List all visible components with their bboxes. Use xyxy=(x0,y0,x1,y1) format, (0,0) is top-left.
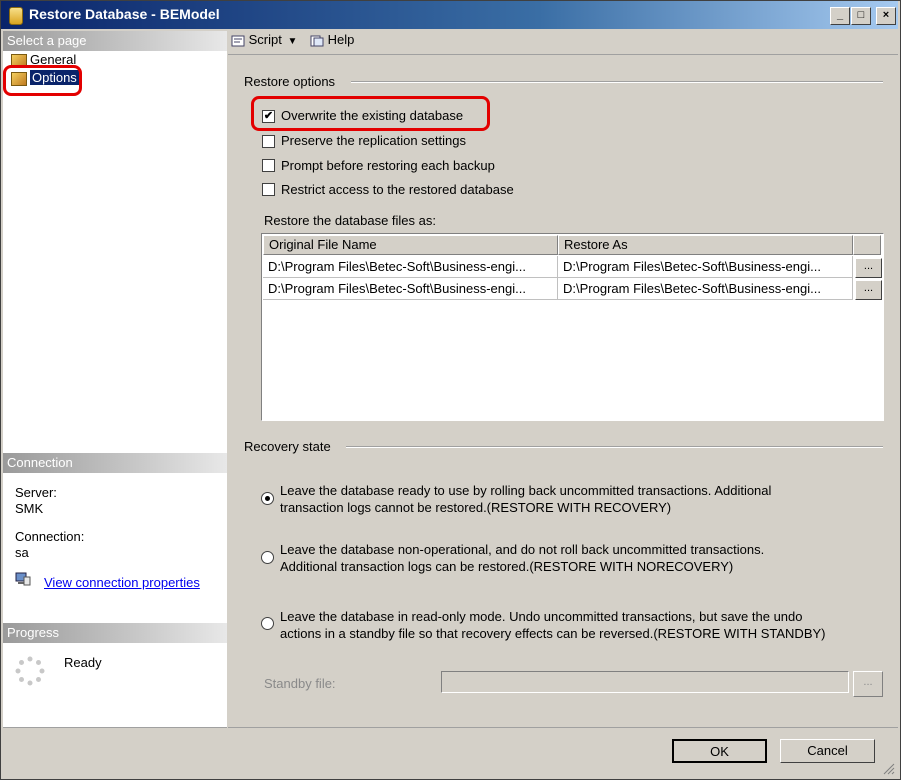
table-cell-restore-as[interactable]: D:\Program Files\Betec-Soft\Business-eng… xyxy=(558,256,853,278)
norecovery-option-text: Leave the database non-operational, and … xyxy=(280,541,764,575)
maximize-button[interactable]: □ xyxy=(851,7,871,25)
prompt-before-restoring-label: Prompt before restoring each backup xyxy=(281,158,495,173)
standby-file-input[interactable] xyxy=(441,671,849,693)
standby-file-label: Standby file: xyxy=(264,676,336,691)
recovery-state-label: Recovery state xyxy=(244,439,331,454)
recovery-radio[interactable] xyxy=(261,492,274,505)
restore-options-label: Restore options xyxy=(244,74,336,89)
standby-radio[interactable] xyxy=(261,617,274,630)
table-cell-restore-as[interactable]: D:\Program Files\Betec-Soft\Business-eng… xyxy=(558,278,853,300)
norecovery-line-2: Additional transaction logs can be resto… xyxy=(280,559,734,574)
standby-line-1: Leave the database in read-only mode. Un… xyxy=(280,609,803,624)
restore-files-label: Restore the database files as: xyxy=(264,213,436,228)
help-button[interactable]: Help xyxy=(310,32,354,52)
restrict-access-label: Restrict access to the restored database xyxy=(281,182,514,197)
connection-label: Connection: xyxy=(15,529,85,544)
norecovery-radio[interactable] xyxy=(261,551,274,564)
browse-button[interactable]: ... xyxy=(855,280,882,300)
standby-line-2: actions in a standby file so that recove… xyxy=(280,626,826,641)
column-header-original[interactable]: Original File Name xyxy=(263,235,558,255)
norecovery-line-1: Leave the database non-operational, and … xyxy=(280,542,765,557)
standby-option-text: Leave the database in read-only mode. Un… xyxy=(280,608,826,642)
options-highlight-ring xyxy=(3,65,82,96)
recovery-option-text: Leave the database ready to use by rolli… xyxy=(280,482,771,516)
cancel-button[interactable]: Cancel xyxy=(780,739,875,763)
close-button[interactable]: × xyxy=(876,7,896,25)
script-button[interactable]: Script ▼ xyxy=(231,32,297,52)
toolbar-divider xyxy=(228,54,898,55)
overwrite-highlight-ring xyxy=(251,96,490,131)
title-bar[interactable]: Restore Database - BEModel _ □ × xyxy=(1,1,898,29)
restrict-access-checkbox[interactable] xyxy=(262,183,275,196)
ok-button[interactable]: OK xyxy=(672,739,767,763)
server-label: Server: xyxy=(15,485,57,500)
help-label: Help xyxy=(327,32,355,47)
recovery-line-1: Leave the database ready to use by rolli… xyxy=(280,483,772,498)
minimize-button[interactable]: _ xyxy=(830,7,850,25)
recovery-line-2: transaction logs cannot be restored.(RES… xyxy=(280,500,672,515)
table-cell-original[interactable]: D:\Program Files\Betec-Soft\Business-eng… xyxy=(263,256,558,278)
help-icon xyxy=(310,35,324,47)
restore-options-divider xyxy=(351,81,883,83)
column-header-blank xyxy=(853,235,881,255)
progress-status: Ready xyxy=(64,655,102,670)
radio-selected-dot xyxy=(265,496,270,501)
window-title: Restore Database - BEModel xyxy=(29,6,220,22)
recovery-state-divider xyxy=(346,446,883,448)
preserve-replication-checkbox[interactable] xyxy=(262,135,275,148)
connection-header: Connection xyxy=(3,453,227,473)
connection-value: sa xyxy=(15,545,29,560)
preserve-replication-label: Preserve the replication settings xyxy=(281,133,466,148)
standby-browse-button[interactable]: ... xyxy=(853,671,883,697)
prompt-before-restoring-checkbox[interactable] xyxy=(262,159,275,172)
browse-button[interactable]: ... xyxy=(855,258,882,278)
left-footer-divider xyxy=(3,727,227,728)
progress-header: Progress xyxy=(3,623,227,643)
script-icon xyxy=(231,35,245,47)
footer-divider xyxy=(228,727,898,728)
script-label: Script xyxy=(248,32,282,47)
table-cell-original[interactable]: D:\Program Files\Betec-Soft\Business-eng… xyxy=(263,278,558,300)
view-connection-properties-link[interactable]: View connection properties xyxy=(44,575,200,590)
restore-files-grid[interactable]: Original File Name Restore As D:\Program… xyxy=(261,233,884,421)
column-header-restore-as[interactable]: Restore As xyxy=(558,235,853,255)
progress-spinner-icon xyxy=(14,655,46,687)
database-icon xyxy=(9,7,23,25)
resize-grip-icon[interactable] xyxy=(881,761,895,775)
select-page-header: Select a page xyxy=(3,31,227,51)
chevron-down-icon[interactable]: ▼ xyxy=(287,36,297,47)
left-pane: Select a page General Options Connection… xyxy=(3,31,227,727)
server-value: SMK xyxy=(15,501,44,516)
connection-properties-icon xyxy=(15,572,31,586)
